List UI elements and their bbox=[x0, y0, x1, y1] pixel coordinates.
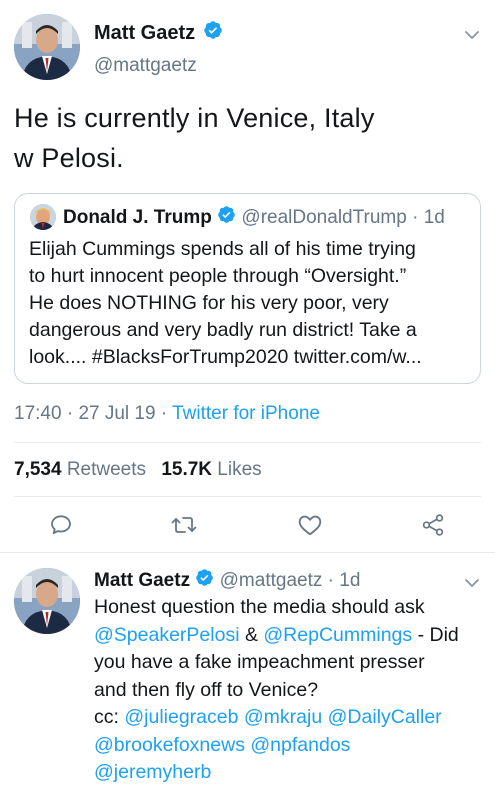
reply-author-handle[interactable]: @mattgaetz bbox=[220, 570, 323, 591]
likes-stat[interactable]: 15.7K Likes bbox=[161, 459, 261, 480]
reply-text-line: @brookefoxnews @npfandos bbox=[94, 732, 489, 760]
reply-tweet-age: 1d bbox=[339, 570, 361, 592]
retweet-icon[interactable] bbox=[170, 512, 198, 538]
mention-link[interactable]: @juliegraceb bbox=[124, 706, 238, 728]
verified-badge-icon bbox=[203, 20, 223, 47]
chevron-down-icon[interactable] bbox=[463, 574, 481, 592]
reply-text-line: @SpeakerPelosi & @RepCummings - Did bbox=[94, 622, 489, 650]
main-author-avatar[interactable] bbox=[14, 14, 80, 80]
quoted-tweet-card[interactable]: Donald J. Trump @realDonaldTrump · 1d El… bbox=[14, 193, 481, 384]
main-author-handle[interactable]: @mattgaetz bbox=[94, 54, 197, 78]
heart-icon[interactable] bbox=[297, 512, 323, 538]
mention-link[interactable]: @mkraju bbox=[244, 706, 322, 728]
tweet-text-line: He is currently in Venice, Italy bbox=[14, 103, 375, 133]
separator-dot: · bbox=[327, 570, 334, 592]
tweet-stats: 7,534 Retweets 15.7K Likes bbox=[14, 458, 262, 482]
quoted-author-handle: @realDonaldTrump bbox=[241, 207, 407, 229]
mention-link[interactable]: @SpeakerPelosi bbox=[94, 624, 240, 646]
divider bbox=[14, 442, 481, 443]
text-fragment: & bbox=[239, 623, 264, 646]
avatar-image bbox=[30, 204, 56, 230]
likes-count: 15.7K bbox=[161, 459, 213, 480]
mention-link[interactable]: @jeremyherb bbox=[94, 761, 211, 783]
reply-tweet-header: Matt Gaetz @mattgaetz · 1d bbox=[94, 568, 360, 594]
reply-text-line: Honest question the media should ask bbox=[94, 596, 425, 618]
mention-link[interactable]: @npfandos bbox=[250, 734, 350, 756]
separator-dot: · bbox=[66, 403, 74, 424]
reply-icon[interactable] bbox=[48, 512, 74, 538]
quoted-text-line: to hurt innocent people through “Oversig… bbox=[29, 265, 407, 287]
tweet-text: He is currently in Venice, Italy w Pelos… bbox=[14, 98, 484, 178]
verified-badge-icon bbox=[195, 568, 214, 594]
main-author-name[interactable]: Matt Gaetz bbox=[94, 20, 223, 47]
divider bbox=[0, 552, 495, 553]
quoted-text-line: dangerous and very badly run district! T… bbox=[29, 319, 417, 341]
tweet-text-line: w Pelosi. bbox=[14, 143, 124, 173]
quoted-author-avatar bbox=[30, 204, 56, 230]
quoted-tweet-text: Elijah Cummings spends all of his time t… bbox=[29, 236, 479, 371]
separator-dot: · bbox=[412, 207, 419, 229]
quoted-text-line: look.... #BlacksForTrump2020 twitter.com… bbox=[29, 346, 422, 368]
avatar-image bbox=[14, 14, 80, 80]
text-fragment: - Did bbox=[412, 623, 459, 646]
reply-text-line: cc: @juliegraceb @mkraju @DailyCaller bbox=[94, 704, 489, 732]
chevron-down-icon[interactable] bbox=[463, 26, 481, 44]
reply-text-line: and then fly off to Venice? bbox=[94, 678, 319, 701]
tweet-date: 27 Jul 19 bbox=[78, 403, 156, 424]
mention-link[interactable]: @RepCummings bbox=[263, 624, 412, 646]
tweet-source-link[interactable]: Twitter for iPhone bbox=[172, 403, 320, 424]
quoted-text-line: Elijah Cummings spends all of his time t… bbox=[29, 238, 416, 260]
divider bbox=[14, 496, 481, 497]
share-icon[interactable] bbox=[420, 512, 446, 538]
likes-label: Likes bbox=[217, 459, 262, 480]
retweets-label: Retweets bbox=[66, 459, 147, 480]
author-name-text[interactable]: Matt Gaetz bbox=[94, 22, 195, 44]
separator-dot: · bbox=[160, 403, 168, 424]
retweets-count: 7,534 bbox=[14, 459, 62, 480]
mention-link[interactable]: @DailyCaller bbox=[328, 706, 442, 728]
reply-tweet-text: Honest question the media should ask @Sp… bbox=[94, 594, 489, 787]
retweets-stat[interactable]: 7,534 Retweets bbox=[14, 459, 151, 480]
tweet-time: 17:40 bbox=[14, 403, 62, 424]
reply-author-name[interactable]: Matt Gaetz bbox=[94, 570, 190, 591]
avatar-image bbox=[14, 568, 80, 634]
reply-text-line: you have a fake impeachment presser bbox=[94, 651, 425, 673]
reply-author-avatar[interactable] bbox=[14, 568, 80, 634]
tweet-meta: 17:40 · 27 Jul 19 · Twitter for iPhone bbox=[14, 402, 320, 426]
quoted-author-name: Donald J. Trump bbox=[63, 207, 212, 229]
mention-link[interactable]: @brookefoxnews bbox=[94, 734, 245, 756]
quoted-tweet-age: 1d bbox=[423, 207, 445, 229]
reply-text-line: @jeremyherb bbox=[94, 759, 489, 787]
quoted-text-line: He does NOTHING for his very poor, very bbox=[29, 292, 389, 314]
quoted-tweet-header: Donald J. Trump @realDonaldTrump · 1d bbox=[63, 205, 445, 231]
text-fragment: cc: bbox=[94, 706, 125, 728]
verified-badge-icon bbox=[217, 205, 236, 231]
